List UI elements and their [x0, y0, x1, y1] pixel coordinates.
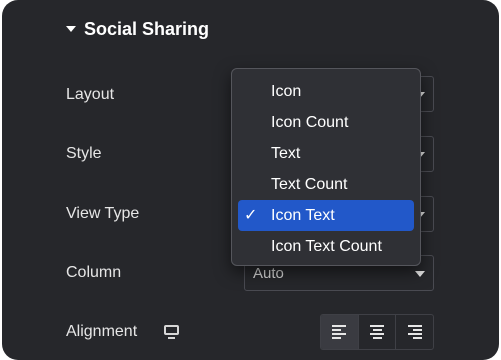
view-type-label: View Type [66, 205, 140, 222]
layout-label: Layout [66, 86, 115, 103]
option-label: Icon Text [271, 207, 335, 224]
dropdown-option-icon[interactable]: Icon [238, 76, 414, 107]
checkmark-icon: ✓ [244, 207, 258, 224]
align-right-icon [407, 325, 422, 339]
option-label: Icon [271, 83, 302, 100]
alignment-toggle-group [320, 314, 434, 350]
align-center-icon [370, 325, 384, 339]
dropdown-option-icon-text[interactable]: ✓ Icon Text [238, 200, 414, 231]
chevron-down-icon [415, 271, 425, 277]
section-header-social-sharing[interactable]: Social Sharing [66, 18, 209, 40]
align-left-icon [332, 325, 347, 339]
option-label: Text [271, 145, 301, 162]
dropdown-option-icon-text-count[interactable]: Icon Text Count [238, 231, 414, 262]
dropdown-option-text-count[interactable]: Text Count [238, 169, 414, 200]
column-label: Column [66, 264, 122, 281]
align-right-button[interactable] [395, 315, 433, 349]
desktop-icon[interactable] [164, 325, 179, 339]
alignment-label: Alignment [66, 323, 138, 340]
dropdown-option-icon-count[interactable]: Icon Count [238, 107, 414, 138]
column-value: Auto [253, 265, 284, 282]
section-title: Social Sharing [84, 18, 210, 39]
style-label: Style [66, 145, 102, 162]
align-center-button[interactable] [357, 315, 396, 349]
option-label: Icon Text Count [271, 238, 382, 255]
option-label: Icon Count [271, 114, 349, 131]
dropdown-option-text[interactable]: Text [238, 138, 414, 169]
align-left-button[interactable] [321, 315, 358, 349]
caret-down-icon [66, 26, 76, 32]
view-type-dropdown-menu: Icon Icon Count Text Text Count ✓ Icon T… [231, 68, 421, 266]
option-label: Text Count [271, 176, 348, 193]
